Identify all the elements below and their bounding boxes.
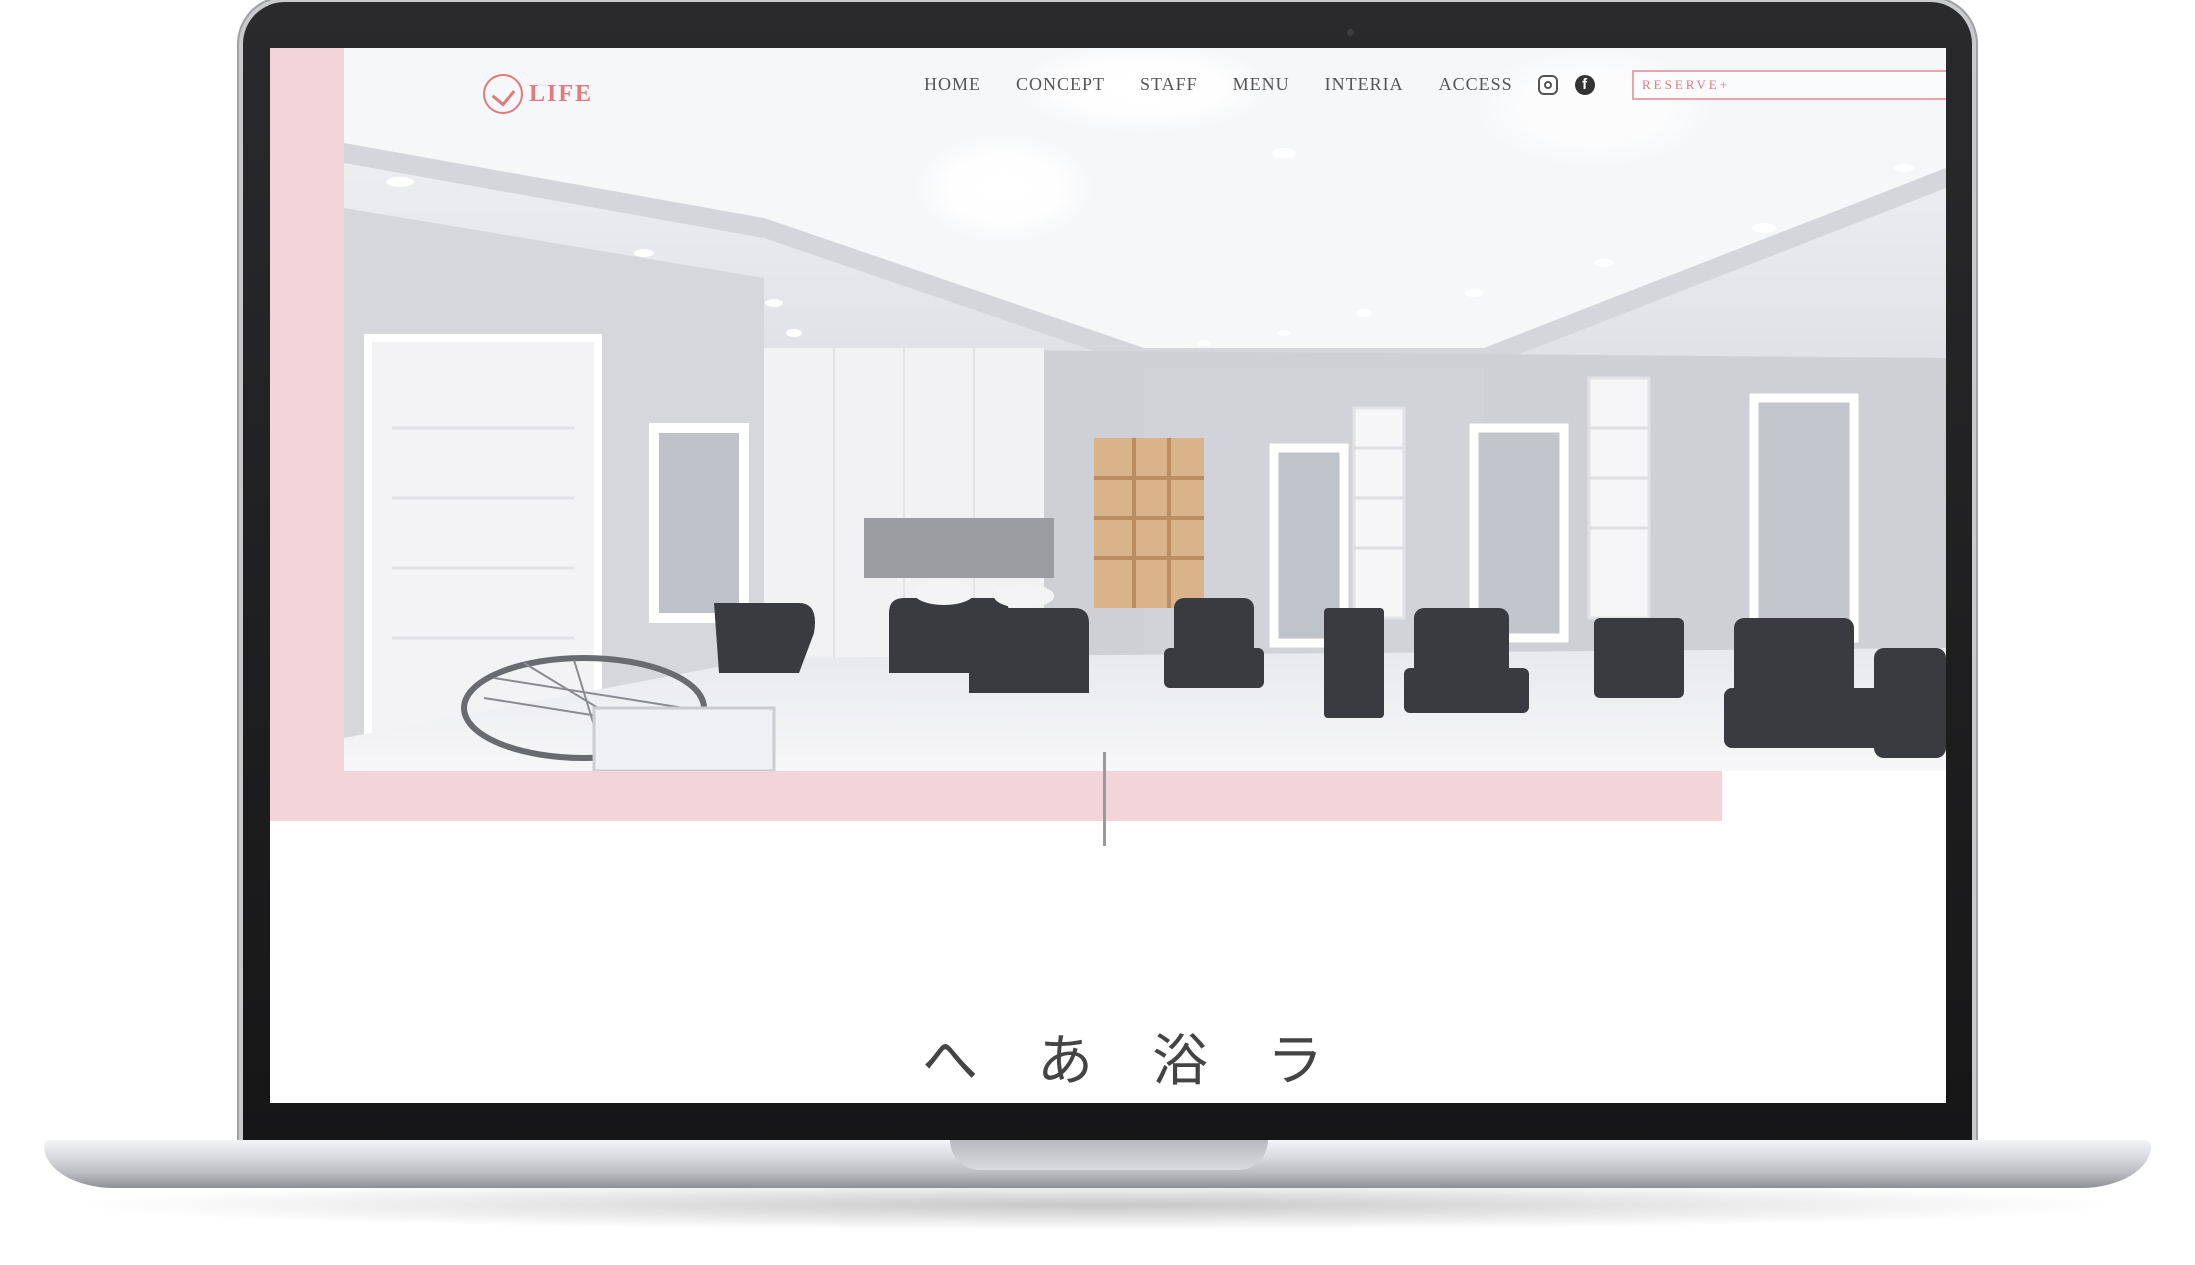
site-logo[interactable]: LIFE: [483, 70, 593, 118]
facebook-icon-glyph: f: [1582, 76, 1588, 93]
nav-home[interactable]: HOME: [924, 74, 981, 95]
scroll-indicator-line: [1103, 752, 1106, 846]
salon-interior-illustration: [344, 48, 1946, 771]
logo-check-icon: [483, 74, 523, 114]
facebook-icon[interactable]: f: [1574, 74, 1595, 95]
laptop-notch: [950, 1140, 1268, 1170]
headline-char: あ: [1037, 1029, 1093, 1094]
laptop-screen: LIFE HOME CONCEPT STAFF MENU INTERIA ACC…: [270, 48, 1946, 1103]
headline-char: ラ: [1267, 1029, 1323, 1094]
nav-interia[interactable]: INTERIA: [1325, 74, 1404, 95]
camera-icon: [1347, 29, 1354, 36]
nav-access[interactable]: ACCESS: [1439, 74, 1513, 95]
logo-text: LIFE: [529, 80, 594, 107]
instagram-icon[interactable]: [1537, 74, 1558, 95]
nav-staff[interactable]: STAFF: [1140, 74, 1198, 95]
headline-char: へ: [922, 1029, 978, 1094]
main-navigation: HOME CONCEPT STAFF MENU INTERIA ACCESS f: [924, 74, 1595, 95]
reserve-button[interactable]: RESERVE+: [1632, 70, 1946, 100]
headline-char: 浴: [1152, 1029, 1208, 1094]
concept-headline: へ あ 浴 ラ: [920, 1016, 1325, 1097]
hero-image: [344, 48, 1946, 771]
nav-menu[interactable]: MENU: [1233, 74, 1290, 95]
nav-concept[interactable]: CONCEPT: [1016, 74, 1105, 95]
social-links: f: [1537, 74, 1595, 95]
